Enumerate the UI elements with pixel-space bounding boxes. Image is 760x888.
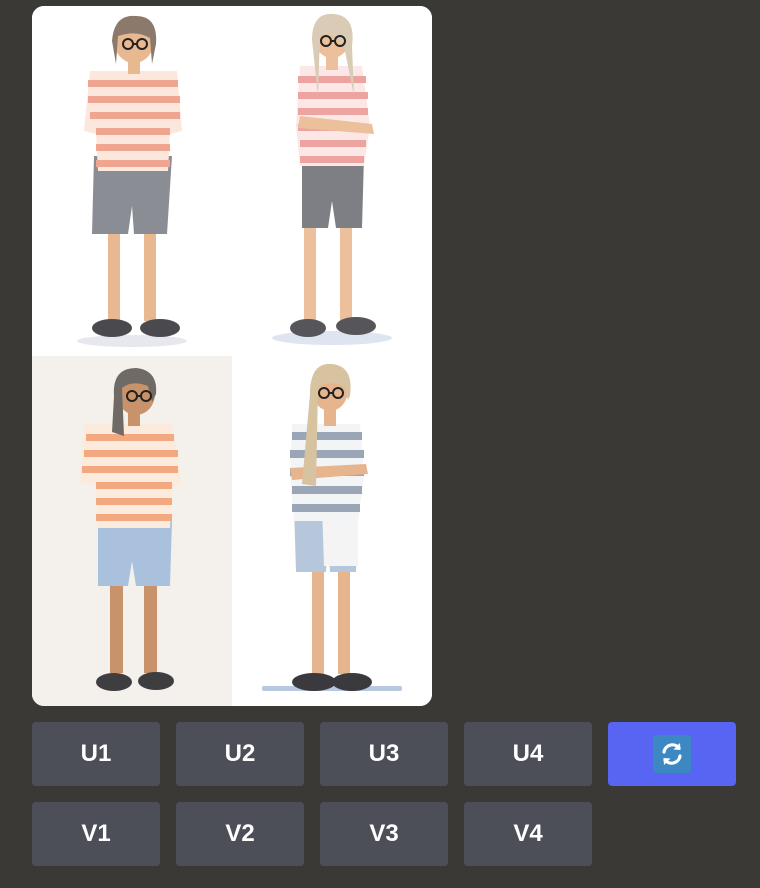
variation-2-button[interactable]: V2 bbox=[176, 802, 304, 866]
upscale-1-button[interactable]: U1 bbox=[32, 722, 160, 786]
image-tile-1 bbox=[32, 6, 232, 356]
upscale-3-button[interactable]: U3 bbox=[320, 722, 448, 786]
upscale-2-button[interactable]: U2 bbox=[176, 722, 304, 786]
variation-4-button[interactable]: V4 bbox=[464, 802, 592, 866]
refresh-icon bbox=[653, 735, 691, 773]
image-tile-3 bbox=[32, 356, 232, 706]
variation-3-button[interactable]: V3 bbox=[320, 802, 448, 866]
image-tile-4 bbox=[232, 356, 432, 706]
image-tile-2 bbox=[232, 6, 432, 356]
variation-1-button[interactable]: V1 bbox=[32, 802, 160, 866]
upscale-4-button[interactable]: U4 bbox=[464, 722, 592, 786]
image-grid bbox=[32, 6, 432, 706]
reroll-button[interactable] bbox=[608, 722, 736, 786]
